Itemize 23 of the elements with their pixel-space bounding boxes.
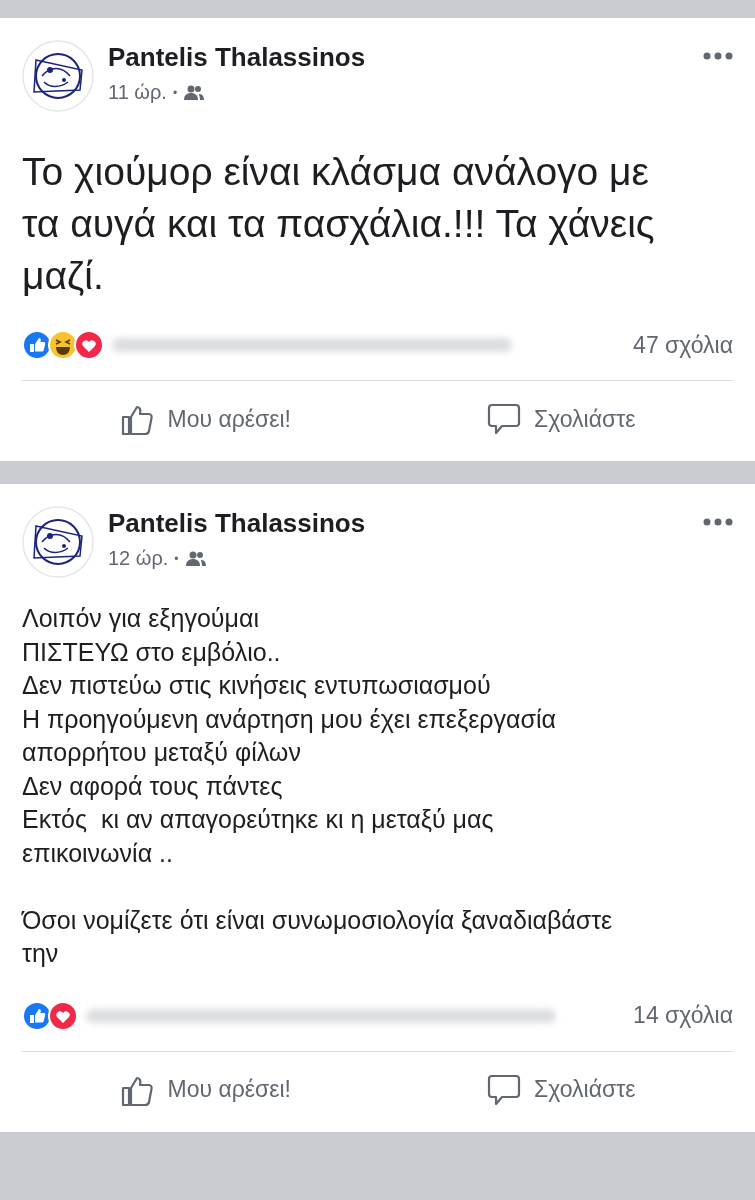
post-text: Λοιπόν για εξηγούμαι ΠΙΣΤΕΥΩ στο εμβόλιο.. Δεν πιστεύω στις κινήσεις εντυπωσιασμού Η προηγούμενη ανάρτηση μου έχει επεξεργασία απορρήτου μεταξύ φίλων Δεν αφορά τους πάντες Εκτός κι αν απαγορεύτηκε κι η μεταξύ μας επικοινωνία .. Όσοι νομίζετε ότι είναι συνωμοσιολογία ξαναδιαβάστε την (22, 603, 614, 969)
comment-button[interactable]: Σχολιάστε (486, 401, 636, 437)
author-name[interactable]: Pantelis Thalassinos (108, 42, 689, 73)
post-time: 11 ώρ. (108, 81, 167, 104)
comment-count[interactable]: 47 σχόλια (633, 331, 733, 359)
heart-reaction-icon (48, 1000, 78, 1031)
friends-icon (184, 550, 207, 567)
comment-count[interactable]: 14 σχόλια (633, 1002, 733, 1029)
like-button[interactable]: Μου αρέσει! (119, 401, 291, 437)
post-time: 12 ώρ. (108, 547, 169, 570)
friends-icon (183, 84, 206, 101)
separator-dot: • (174, 551, 179, 566)
speech-bubble-icon (486, 401, 522, 437)
more-options-icon[interactable] (703, 518, 733, 526)
avatar-icon (22, 506, 94, 578)
heart-reaction-icon (74, 330, 104, 360)
separator-dot: • (172, 85, 178, 100)
avatar-icon (22, 40, 94, 112)
comment-button[interactable]: Σχολιάστε (486, 1071, 636, 1108)
post-text: Το χιούμορ είναι κλάσμα ανάλογο με τα αυγά και τα πασχάλια.!!! Τα χάνεις μαζί. (22, 149, 656, 299)
like-button[interactable]: Μου αρέσει! (119, 1071, 291, 1108)
more-options-icon[interactable] (703, 52, 733, 60)
author-name[interactable]: Pantelis Thalassinos (108, 508, 689, 539)
